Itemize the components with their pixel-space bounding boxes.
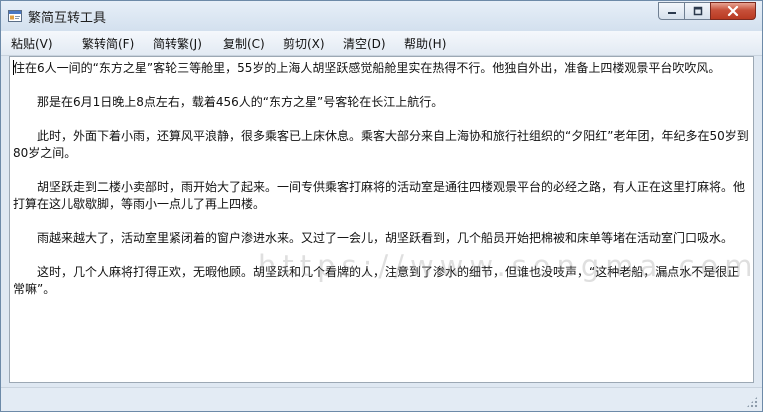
maximize-icon bbox=[693, 6, 702, 16]
resize-grip-icon[interactable] bbox=[746, 396, 758, 408]
title-bar[interactable]: 繁简互转工具 bbox=[1, 1, 762, 31]
menu-bar: 粘贴(V) 繁转简(F) 简转繁(J) 复制(C) 剪切(X) 清空(D) 帮助… bbox=[1, 31, 762, 56]
paragraph: 雨越来越大了，活动室里紧闭着的窗户渗进水来。又过了一会儿，胡坚跃看到，几个船员开… bbox=[37, 231, 734, 245]
paragraph: 此时，外面下着小雨，还算风平浪静，很多乘客已上床休息。乘客大部分来自上海协和旅行… bbox=[13, 129, 749, 160]
maximize-button[interactable] bbox=[684, 2, 711, 20]
close-icon bbox=[727, 6, 739, 16]
paragraph: 那是在6月1日晚上8点左右，载着456人的“东方之星”号客轮在长江上航行。 bbox=[37, 95, 444, 109]
menu-simplified-to-traditional[interactable]: 简转繁(J) bbox=[153, 35, 202, 52]
app-window-icon[interactable] bbox=[8, 8, 22, 22]
window-controls bbox=[658, 2, 756, 22]
text-caret bbox=[13, 60, 14, 75]
paragraph: 胡坚跃走到二楼小卖部时，雨开始大了起来。一间专供乘客打麻将的活动室是通往四楼观景… bbox=[13, 180, 746, 211]
menu-cut[interactable]: 剪切(X) bbox=[283, 35, 325, 52]
paragraph: 住在6人一间的“东方之星”客轮三等舱里，55岁的上海人胡坚跃感觉船舱里实在热得不… bbox=[13, 61, 721, 75]
menu-copy[interactable]: 复制(C) bbox=[223, 35, 265, 52]
window-title: 繁简互转工具 bbox=[28, 11, 107, 26]
editor-content[interactable]: 住在6人一间的“东方之星”客轮三等舱里，55岁的上海人胡坚跃感觉船舱里实在热得不… bbox=[13, 60, 749, 298]
paragraph: 这时，几个人麻将打得正欢，无暇他顾。胡坚跃和几个看牌的人，注意到了渗水的细节，但… bbox=[13, 265, 740, 296]
minimize-icon bbox=[667, 12, 676, 14]
menu-paste[interactable]: 粘贴(V) bbox=[11, 35, 53, 52]
status-bar bbox=[1, 387, 762, 411]
close-button[interactable] bbox=[710, 2, 756, 20]
menu-clear[interactable]: 清空(D) bbox=[343, 35, 386, 52]
app-window: 繁简互转工具 粘贴(V) 繁转简(F) 简转繁(J) 复制(C) 剪切(X) 清… bbox=[0, 0, 763, 412]
text-editor[interactable]: 住在6人一间的“东方之星”客轮三等舱里，55岁的上海人胡坚跃感觉船舱里实在热得不… bbox=[9, 56, 754, 383]
menu-traditional-to-simplified[interactable]: 繁转简(F) bbox=[82, 35, 134, 52]
menu-help[interactable]: 帮助(H) bbox=[404, 35, 446, 52]
minimize-button[interactable] bbox=[658, 2, 685, 20]
